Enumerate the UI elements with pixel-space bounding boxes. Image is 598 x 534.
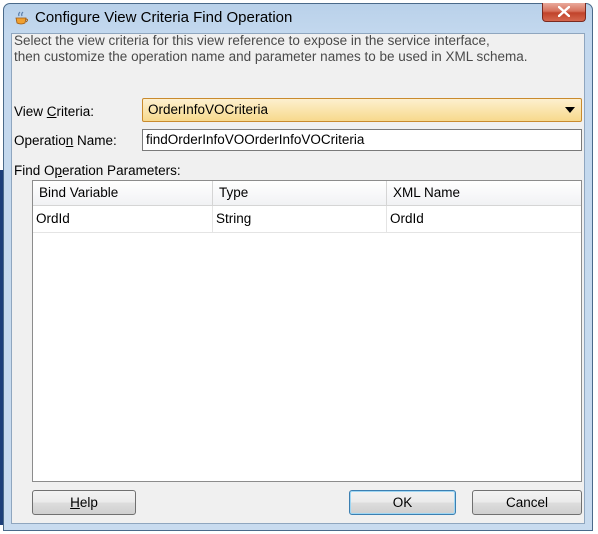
window-title: Configure View Criteria Find Operation <box>35 9 293 26</box>
mnemonic: H <box>70 495 80 510</box>
cancel-button[interactable]: Cancel <box>472 490 582 515</box>
chevron-down-icon <box>565 107 575 113</box>
cell-bind-variable[interactable]: OrdId <box>33 206 213 232</box>
column-header-xml-name[interactable]: XML Name <box>387 181 581 205</box>
mnemonic: C <box>46 104 57 119</box>
operation-name-input[interactable]: findOrderInfoVOOrderInfoVOCriteria <box>142 129 582 151</box>
operation-name-label: Operation Name: <box>14 133 117 148</box>
close-icon <box>558 6 570 17</box>
label-part: riteria: <box>56 104 95 119</box>
ok-button[interactable]: OK <box>349 490 456 515</box>
button-label: OK <box>392 495 413 510</box>
button-label: elp <box>79 495 98 510</box>
jdeveloper-cup-icon <box>13 10 29 26</box>
cell-type[interactable]: String <box>213 206 387 232</box>
view-criteria-selected: OrderInfoVOCriteria <box>148 102 269 117</box>
column-header-type[interactable]: Type <box>213 181 387 205</box>
label-part: Operatio <box>14 133 66 148</box>
table-row[interactable]: OrdId String OrdId <box>33 206 581 233</box>
view-criteria-dropdown[interactable]: OrderInfoVOCriteria <box>142 98 582 122</box>
mnemonic: p <box>54 163 63 178</box>
label-part: eration Parameters: <box>62 163 181 178</box>
table-header: Bind Variable Type XML Name <box>33 181 581 206</box>
instructions-line-2: then customize the operation name and pa… <box>14 49 528 64</box>
label-part: Name: <box>73 133 117 148</box>
button-label: Cancel <box>505 495 549 510</box>
view-criteria-label: View Criteria: <box>14 104 94 119</box>
find-operation-parameters-label: Find Operation Parameters: <box>14 163 181 178</box>
instructions-text: Select the view criteria for this view r… <box>14 33 574 65</box>
parameters-table: Bind Variable Type XML Name OrdId String… <box>32 180 582 482</box>
close-button[interactable] <box>542 3 586 22</box>
cell-xml-name[interactable]: OrdId <box>387 206 581 232</box>
column-header-bind-variable[interactable]: Bind Variable <box>33 181 213 205</box>
instructions-line-1: Select the view criteria for this view r… <box>14 33 490 48</box>
title-bar[interactable]: Configure View Criteria Find Operation <box>4 3 592 32</box>
help-button[interactable]: Help <box>32 490 136 515</box>
label-part: Find O <box>14 163 55 178</box>
label-part: View <box>14 104 47 119</box>
